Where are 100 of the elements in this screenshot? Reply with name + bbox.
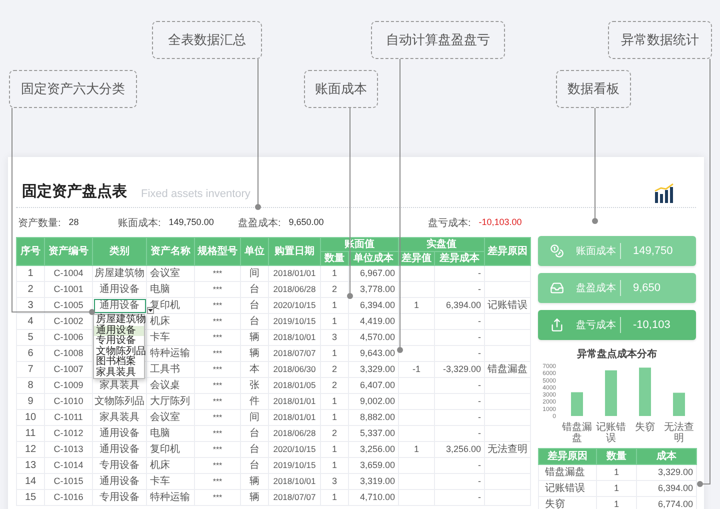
table-cell: *** (194, 266, 240, 282)
axis-category-label: 记账错误 (595, 422, 627, 444)
table-cell: C-1010 (44, 394, 92, 410)
table-cell: 2020/10/15 (268, 442, 320, 458)
table-cell: 电脑 (146, 426, 194, 442)
table-cell: 3 (320, 330, 348, 346)
table-cell: 2018/10/01 (268, 330, 320, 346)
column-header: 序号 (16, 238, 44, 266)
summary-label: 资产数量: (18, 216, 61, 230)
column-header: 差异原因 (484, 238, 530, 266)
table-cell: 房屋建筑物 (92, 266, 146, 282)
table-cell: 15 (16, 490, 44, 506)
table-cell: 1 (320, 346, 348, 362)
column-header: 类别 (92, 238, 146, 266)
stat-value: 149,750 (633, 244, 673, 259)
table-cell: 2018/07/07 (268, 346, 320, 362)
table-cell: 14 (16, 474, 44, 490)
table-cell: *** (194, 426, 240, 442)
table-cell: -3,329.00 (434, 362, 484, 378)
table-cell: 9,002.00 (348, 394, 398, 410)
callout-label: 固定资产六大分类 (9, 70, 137, 108)
table-cell: 6,394.00 (636, 480, 696, 496)
table-cell: - (434, 490, 484, 506)
callout-label: 账面成本 (304, 70, 378, 108)
table-cell: *** (194, 330, 240, 346)
dropdown-option[interactable]: 通用设备 (94, 326, 144, 336)
dropdown-option[interactable]: 文物陈列品 (94, 346, 144, 357)
table-cell: 9 (16, 394, 44, 410)
table-cell: 4,419.00 (348, 314, 398, 330)
dropdown-option[interactable]: 家具装具 (94, 368, 144, 378)
summary-value: -10,103.00 (478, 216, 522, 230)
column-header: 差异原因 (538, 448, 596, 464)
summary-value: 149,750.00 (168, 216, 214, 230)
table-cell: 1 (320, 266, 348, 282)
table-cell: 3,329.00 (636, 464, 696, 480)
table-cell: 2018/01/05 (268, 378, 320, 394)
table-cell: 大厅陈列 (146, 394, 194, 410)
table-cell: 3 (320, 474, 348, 490)
dropdown-option[interactable]: 房屋建筑物 (94, 315, 144, 326)
table-cell: 台 (240, 282, 268, 298)
table-cell: 家具装具 (92, 410, 146, 426)
table-cell: 错盘漏盘 (538, 464, 596, 480)
stat-value: 9,650 (633, 280, 661, 296)
table-cell: 卡车 (146, 474, 194, 490)
table-cell: 件 (240, 394, 268, 410)
table-cell: - (434, 282, 484, 298)
table-cell: - (434, 410, 484, 426)
table-cell: 台 (240, 426, 268, 442)
table-cell: 会议室 (146, 410, 194, 426)
table-cell: 专用设备 (92, 458, 146, 474)
table-cell: 13 (16, 458, 44, 474)
dropdown-option[interactable]: 图书档案 (94, 357, 144, 368)
table-cell: 7 (16, 362, 44, 378)
table-cell: 3,659.00 (348, 458, 398, 474)
dropdown-option[interactable]: 专用设备 (94, 336, 144, 346)
table-cell: 2018/07/07 (268, 490, 320, 506)
table-cell: 错盘漏盘 (484, 362, 530, 378)
table-cell: *** (194, 394, 240, 410)
table-cell: - (434, 378, 484, 394)
stat-label: 盘亏成本 (576, 318, 617, 332)
table-cell: 2018/06/28 (268, 282, 320, 298)
table-cell: 台 (240, 314, 268, 330)
table-cell: 间 (240, 410, 268, 426)
column-header: 资产名称 (146, 238, 194, 266)
table-cell: 2018/06/28 (268, 426, 320, 442)
table-cell: -1 (398, 362, 434, 378)
callout-label: 自动计算盘盈盘亏 (371, 21, 505, 59)
table-cell: - (434, 266, 484, 282)
callout-label: 数据看板 (556, 70, 631, 108)
table-cell: 6,394.00 (434, 298, 484, 314)
callout-label: 异常数据统计 (608, 21, 712, 59)
table-cell: 2018/06/30 (268, 362, 320, 378)
summary-label: 账面成本: (118, 216, 161, 230)
table-cell: *** (194, 378, 240, 394)
table-cell: *** (194, 490, 240, 506)
stat-label: 账面成本 (576, 244, 617, 258)
table-cell: 4 (16, 314, 44, 330)
column-header: 数量 (596, 448, 636, 464)
table-cell: *** (194, 298, 240, 314)
table-cell: C-1012 (44, 426, 92, 442)
axis-category-label: 无法查明 (663, 422, 695, 444)
table-cell: 1 (320, 410, 348, 426)
table-cell: 辆 (240, 474, 268, 490)
table-cell: 2 (320, 426, 348, 442)
table-cell: 2 (320, 378, 348, 394)
table-cell: 失窃 (538, 496, 596, 509)
table-cell: 机床 (146, 458, 194, 474)
table-cell: 11 (16, 426, 44, 442)
table-cell: 1 (320, 298, 348, 314)
table-cell: - (434, 314, 484, 330)
table-cell: *** (194, 282, 240, 298)
column-header: 差异成本 (434, 252, 484, 266)
table-cell: 台 (240, 458, 268, 474)
table-cell: 1 (596, 480, 636, 496)
table-cell: C-1009 (44, 378, 92, 394)
table-cell: *** (194, 442, 240, 458)
callout-label: 全表数据汇总 (152, 21, 262, 59)
table-cell: 无法查明 (484, 442, 530, 458)
page-title: 固定资产盘点表 (22, 182, 127, 202)
table-cell: 5,337.00 (348, 426, 398, 442)
